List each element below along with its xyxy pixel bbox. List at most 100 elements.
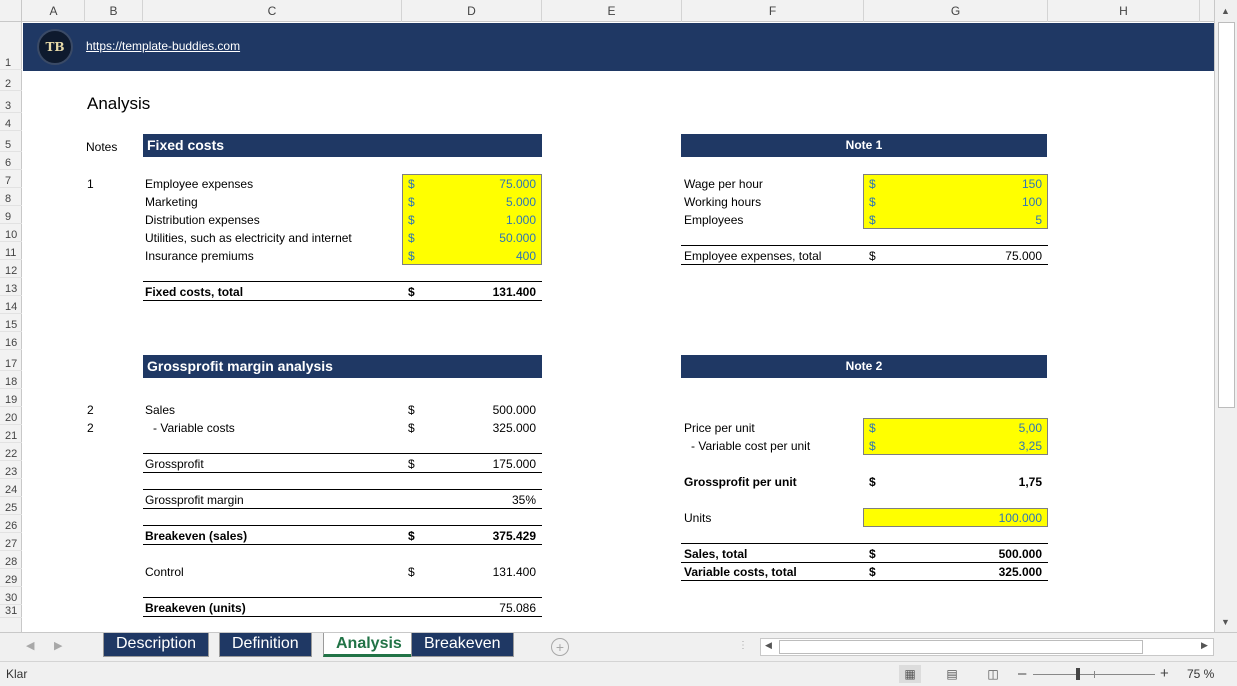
splitter-handle-icon[interactable]: ⋮ xyxy=(738,640,748,651)
divider xyxy=(143,508,542,509)
website-link[interactable]: https://template-buddies.com xyxy=(86,39,240,53)
divider xyxy=(681,264,1048,265)
column-header-c[interactable]: C xyxy=(143,0,402,22)
worksheet-grid[interactable]: TB https://template-buddies.com Analysis… xyxy=(23,23,1214,632)
horizontal-scroll-thumb[interactable] xyxy=(779,640,1143,654)
zoom-level[interactable]: 75 % xyxy=(1187,667,1214,681)
row-header[interactable]: 10 xyxy=(0,224,22,242)
fixed-cost-value[interactable]: 75.000 xyxy=(453,177,536,191)
row-header[interactable]: 8 xyxy=(0,188,22,206)
row-header[interactable]: 13 xyxy=(0,278,22,296)
sheet-tab-definition[interactable]: Definition xyxy=(219,633,312,657)
note1-total-value: 75.000 xyxy=(1005,249,1042,263)
sheet-tab-breakeven[interactable]: Breakeven xyxy=(411,633,514,657)
row-header[interactable]: 28 xyxy=(0,551,22,569)
horizontal-scrollbar[interactable]: ◀ ▶ xyxy=(760,638,1214,656)
row-header[interactable]: 15 xyxy=(0,314,22,332)
row-header[interactable]: 12 xyxy=(0,260,22,278)
row-header[interactable]: 19 xyxy=(0,389,22,407)
row-header[interactable]: 29 xyxy=(0,569,22,587)
sales-value: 500.000 xyxy=(492,403,536,417)
add-sheet-icon[interactable]: + xyxy=(551,638,569,656)
variable-cost-per-unit-value[interactable]: 3,25 xyxy=(963,439,1042,453)
currency-symbol: $ xyxy=(408,565,415,579)
row-header[interactable]: 31 xyxy=(0,605,22,618)
scroll-down-arrow-icon[interactable]: ▼ xyxy=(1221,617,1230,627)
currency-symbol: $ xyxy=(408,177,415,191)
zoom-out-icon[interactable]: – xyxy=(1018,665,1026,682)
row-header[interactable]: 30 xyxy=(0,587,22,605)
currency-symbol: $ xyxy=(869,565,876,579)
page-break-preview-icon[interactable]: ◫ xyxy=(982,665,1004,683)
row-header[interactable]: 18 xyxy=(0,371,22,389)
units-value[interactable]: 100.000 xyxy=(963,511,1042,525)
breakeven-sales-value: 375.429 xyxy=(492,529,536,543)
grossprofit-margin-label: Grossprofit margin xyxy=(145,493,244,507)
column-header-d[interactable]: D xyxy=(402,0,542,22)
divider xyxy=(143,544,542,545)
select-all-corner[interactable] xyxy=(0,0,22,22)
fixed-cost-label: Insurance premiums xyxy=(145,249,254,263)
row-header[interactable]: 7 xyxy=(0,170,22,188)
normal-view-icon[interactable]: ▦ xyxy=(899,665,921,683)
sheet-tab-description[interactable]: Description xyxy=(103,633,210,657)
row-header[interactable]: 26 xyxy=(0,515,22,533)
row-header[interactable]: 14 xyxy=(0,296,22,314)
zoom-slider-thumb[interactable] xyxy=(1076,668,1080,680)
control-label: Control xyxy=(145,565,184,579)
grossprofit-value: 175.000 xyxy=(492,457,536,471)
note1-label: Wage per hour xyxy=(684,177,763,191)
note1-value[interactable]: 100 xyxy=(963,195,1042,209)
row-header[interactable]: 2 xyxy=(0,70,22,91)
row-header[interactable]: 22 xyxy=(0,443,22,461)
tab-scroll-right-icon[interactable]: ▶ xyxy=(54,639,62,652)
row-header[interactable]: 3 xyxy=(0,91,22,113)
note1-value[interactable]: 150 xyxy=(963,177,1042,191)
column-header-b[interactable]: B xyxy=(85,0,143,22)
fixed-cost-value[interactable]: 1.000 xyxy=(453,213,536,227)
scroll-left-arrow-icon[interactable]: ◀ xyxy=(765,640,772,651)
note1-value[interactable]: 5 xyxy=(963,213,1042,227)
fixed-cost-label: Marketing xyxy=(145,195,198,209)
row-header[interactable]: 17 xyxy=(0,350,22,371)
row-header[interactable]: 5 xyxy=(0,131,22,152)
header-banner: TB https://template-buddies.com xyxy=(23,23,1214,71)
column-header-h[interactable]: H xyxy=(1048,0,1200,22)
row-header[interactable]: 6 xyxy=(0,152,22,170)
row-header[interactable]: 16 xyxy=(0,332,22,350)
row-header[interactable]: 9 xyxy=(0,206,22,224)
vertical-scrollbar[interactable]: ▲ ▼ xyxy=(1214,0,1237,632)
variable-costs-note-ref: 2 xyxy=(87,421,94,435)
fixed-cost-value[interactable]: 50.000 xyxy=(453,231,536,245)
tab-scroll-left-icon[interactable]: ◀ xyxy=(26,639,34,652)
row-header[interactable]: 25 xyxy=(0,497,22,515)
page-layout-view-icon[interactable]: ▤ xyxy=(941,665,963,683)
row-header[interactable]: 1 xyxy=(0,22,22,70)
column-header-g[interactable]: G xyxy=(864,0,1048,22)
row-header[interactable]: 27 xyxy=(0,533,22,551)
grossprofit-margin-value: 35% xyxy=(511,493,536,507)
fixed-cost-value[interactable]: 400 xyxy=(453,249,536,263)
row-header[interactable]: 11 xyxy=(0,242,22,260)
vertical-scroll-thumb[interactable] xyxy=(1218,22,1235,408)
column-header-e[interactable]: E xyxy=(542,0,682,22)
row-header[interactable]: 23 xyxy=(0,461,22,479)
price-per-unit-value[interactable]: 5,00 xyxy=(963,421,1042,435)
row-header[interactable]: 4 xyxy=(0,113,22,131)
divider xyxy=(681,580,1048,581)
column-header-a[interactable]: A xyxy=(23,0,85,22)
template-buddies-logo: TB xyxy=(37,29,73,65)
currency-symbol: $ xyxy=(408,529,415,543)
scroll-right-arrow-icon[interactable]: ▶ xyxy=(1201,640,1208,651)
row-header[interactable]: 24 xyxy=(0,479,22,497)
row-header[interactable]: 20 xyxy=(0,407,22,425)
column-header-f[interactable]: F xyxy=(682,0,864,22)
divider xyxy=(143,616,542,617)
row-header[interactable]: 21 xyxy=(0,425,22,443)
fixed-cost-label: Employee expenses xyxy=(145,177,254,191)
zoom-in-icon[interactable]: + xyxy=(1160,665,1169,682)
divider xyxy=(143,489,542,490)
scroll-up-arrow-icon[interactable]: ▲ xyxy=(1221,6,1230,16)
fixed-cost-value[interactable]: 5.000 xyxy=(453,195,536,209)
sheet-tab-analysis[interactable]: Analysis xyxy=(323,633,415,657)
